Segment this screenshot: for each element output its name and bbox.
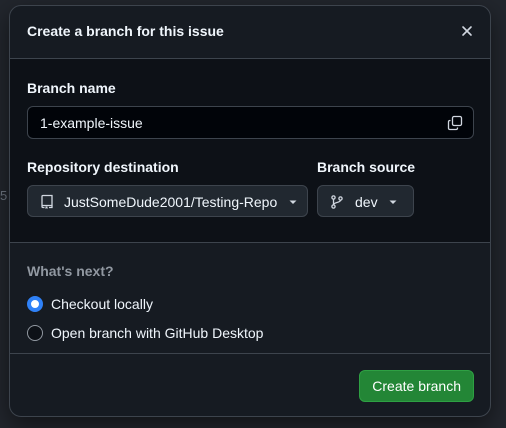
branch-name-input[interactable]: 1-example-issue bbox=[27, 106, 474, 139]
copy-icon bbox=[447, 115, 463, 131]
create-branch-dialog: Create a branch for this issue Branch na… bbox=[9, 5, 491, 417]
radio-button-checked[interactable] bbox=[27, 296, 43, 312]
repo-icon bbox=[41, 194, 53, 209]
x-icon bbox=[462, 26, 472, 36]
repository-destination-label: Repository destination bbox=[27, 159, 179, 175]
branch-name-label: Branch name bbox=[27, 80, 116, 96]
radio-label: Checkout locally bbox=[51, 296, 153, 312]
branch-source-select[interactable]: dev bbox=[317, 185, 414, 217]
branch-source-label: Branch source bbox=[317, 159, 416, 175]
dialog-header: Create a branch for this issue bbox=[10, 6, 490, 58]
dialog-body: Branch name 1-example-issue Repository d… bbox=[10, 58, 490, 242]
create-branch-button[interactable]: Create branch bbox=[359, 370, 474, 402]
branch-name-value: 1-example-issue bbox=[40, 115, 143, 131]
radio-button[interactable] bbox=[27, 325, 43, 341]
triangle-down-icon bbox=[389, 200, 397, 204]
dialog-title: Create a branch for this issue bbox=[27, 23, 224, 39]
radio-checkout-locally[interactable]: Checkout locally bbox=[27, 295, 153, 313]
background-fragment: 5 bbox=[0, 188, 8, 203]
dialog-footer: Create branch bbox=[10, 353, 490, 417]
copy-button[interactable] bbox=[445, 113, 465, 133]
radio-label: Open branch with GitHub Desktop bbox=[51, 325, 264, 341]
repository-value: JustSomeDude2001/Testing-Repo bbox=[64, 194, 278, 210]
git-branch-icon bbox=[331, 195, 343, 209]
branch-source-value: dev bbox=[355, 194, 378, 210]
whats-next-section: What's next? Checkout locally Open branc… bbox=[10, 242, 490, 353]
close-button[interactable] bbox=[456, 20, 478, 42]
whats-next-label: What's next? bbox=[27, 263, 114, 279]
triangle-down-icon bbox=[289, 200, 297, 204]
radio-open-github-desktop[interactable]: Open branch with GitHub Desktop bbox=[27, 324, 263, 342]
repository-select[interactable]: JustSomeDude2001/Testing-Repo bbox=[27, 185, 308, 217]
